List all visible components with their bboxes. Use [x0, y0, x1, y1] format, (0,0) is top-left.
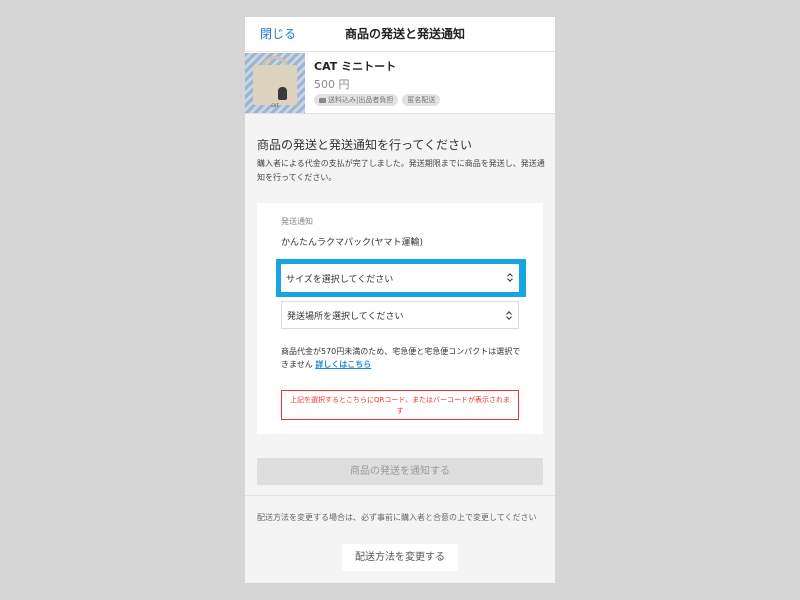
chevron-updown-icon	[507, 272, 513, 284]
size-select-value: サイズを選択してください	[286, 274, 394, 285]
place-select-value: 発送場所を選択してください	[287, 311, 404, 322]
item-name: CAT ミニトート	[314, 60, 397, 73]
shipping-fee-tag: 送料込み|出品者負担	[314, 94, 399, 106]
change-shipping-method-button[interactable]: 配送方法を変更する	[342, 544, 458, 571]
item-price: 500 円	[314, 78, 350, 91]
truck-icon	[319, 97, 326, 103]
change-method-note: 配送方法を変更する場合は、必ず事前に購入者と合意の上で変更してください	[257, 513, 537, 522]
qr-code-notice: 上記を選択するとこちらにQRコード、またはバーコードが表示されます	[281, 390, 519, 420]
section-title: 商品の発送と発送通知を行ってください	[257, 138, 473, 152]
shipping-fee-tag-label: 送料込み|出品者負担	[328, 96, 394, 104]
size-restriction-note: 商品代金が570円未満のため、宅急便と宅急便コンパクトは選択できません 詳しくは…	[281, 345, 521, 371]
tote-bag-shape: CAT	[253, 65, 297, 108]
item-tags: 送料込み|出品者負担 匿名配送	[314, 94, 441, 106]
shipping-form-card: 発送通知 かんたんラクマパック(ヤマト運輸) サイズを選択してください 発送場所…	[257, 203, 543, 434]
shipping-screen: 閉じる 商品の発送と発送通知 CAT CAT ミニトート 500 円 送料込み|…	[245, 17, 555, 583]
shipping-method: かんたんラクマパック(ヤマト運輸)	[281, 238, 424, 248]
divider	[245, 495, 555, 496]
form-label: 発送通知	[281, 217, 313, 226]
cat-icon	[278, 87, 287, 100]
details-link[interactable]: 詳しくはこちら	[315, 360, 371, 369]
anonymous-shipping-tag: 匿名配送	[402, 94, 441, 106]
shipping-place-select[interactable]: 発送場所を選択してください	[281, 301, 519, 329]
thumb-label: CAT	[271, 103, 279, 108]
item-card[interactable]: CAT CAT ミニトート 500 円 送料込み|出品者負担 匿名配送	[245, 52, 555, 114]
item-thumbnail: CAT	[245, 53, 305, 113]
chevron-updown-icon	[506, 310, 512, 322]
notify-shipment-button[interactable]: 商品の発送を通知する	[257, 458, 543, 485]
header-bar: 閉じる 商品の発送と発送通知	[245, 17, 555, 52]
size-select[interactable]: サイズを選択してください	[281, 264, 519, 292]
page-title: 商品の発送と発送通知	[344, 27, 465, 41]
section-description: 購入者による代金の支払が完了しました。発送期限までに商品を発送し、発送通知を行っ…	[257, 159, 545, 182]
